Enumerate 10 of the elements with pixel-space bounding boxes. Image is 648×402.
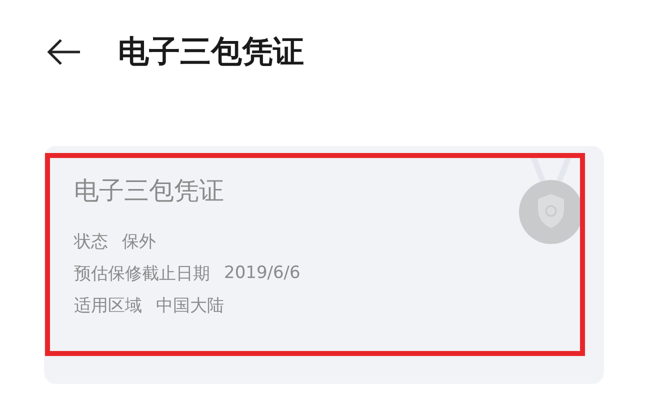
field-label: 适用区域	[74, 294, 142, 316]
back-arrow-icon	[46, 38, 82, 66]
field-label: 状态	[74, 230, 108, 252]
card-title: 电子三包凭证	[74, 175, 225, 207]
field-label: 预估保修截止日期	[74, 262, 210, 284]
field-value: 保外	[122, 230, 156, 252]
field-value: 中国大陆	[156, 294, 224, 316]
back-button[interactable]	[46, 38, 82, 66]
field-value: 2019/6/6	[224, 263, 300, 283]
page-title: 电子三包凭证	[118, 33, 304, 72]
